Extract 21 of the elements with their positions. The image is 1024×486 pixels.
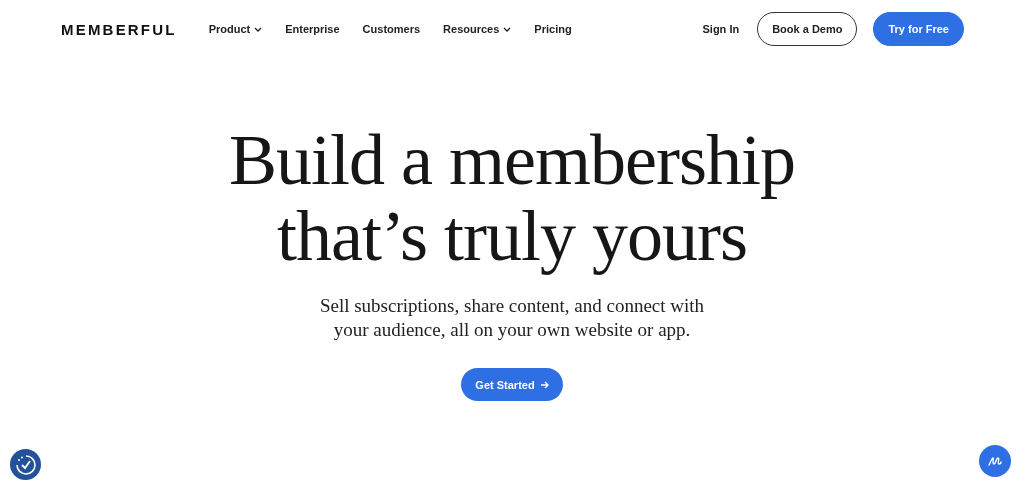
try-free-button[interactable]: Try for Free <box>873 12 964 46</box>
headline: that’s truly yours <box>276 198 747 274</box>
subtitle: your audience, all on your own website or app. <box>332 318 692 342</box>
consent-button[interactable] <box>10 449 41 480</box>
scribble-icon <box>988 456 1002 466</box>
get-started-button[interactable]: Get Started <box>461 368 563 401</box>
logo[interactable]: MEMBERFUL <box>61 20 177 38</box>
chevron-down-icon <box>503 26 512 32</box>
sign-in-link[interactable]: Sign In <box>702 23 740 35</box>
subtitle: Sell subscriptions, share content, and connect with <box>319 294 705 318</box>
nav-dropdown[interactable]: Product <box>208 23 263 35</box>
nav-link[interactable]: Customers <box>362 23 421 35</box>
nav-link[interactable]: Pricing <box>534 23 572 35</box>
nav-dropdown[interactable]: Resources <box>443 23 512 35</box>
headline: Build a membership <box>229 122 795 198</box>
clock-check-icon <box>15 454 36 475</box>
demo-button[interactable]: Book a Demo <box>757 12 858 46</box>
chat-button[interactable] <box>979 445 1011 477</box>
nav-link[interactable]: Enterprise <box>285 23 340 35</box>
arrow-right-icon <box>540 380 549 389</box>
chevron-down-icon <box>254 26 263 32</box>
